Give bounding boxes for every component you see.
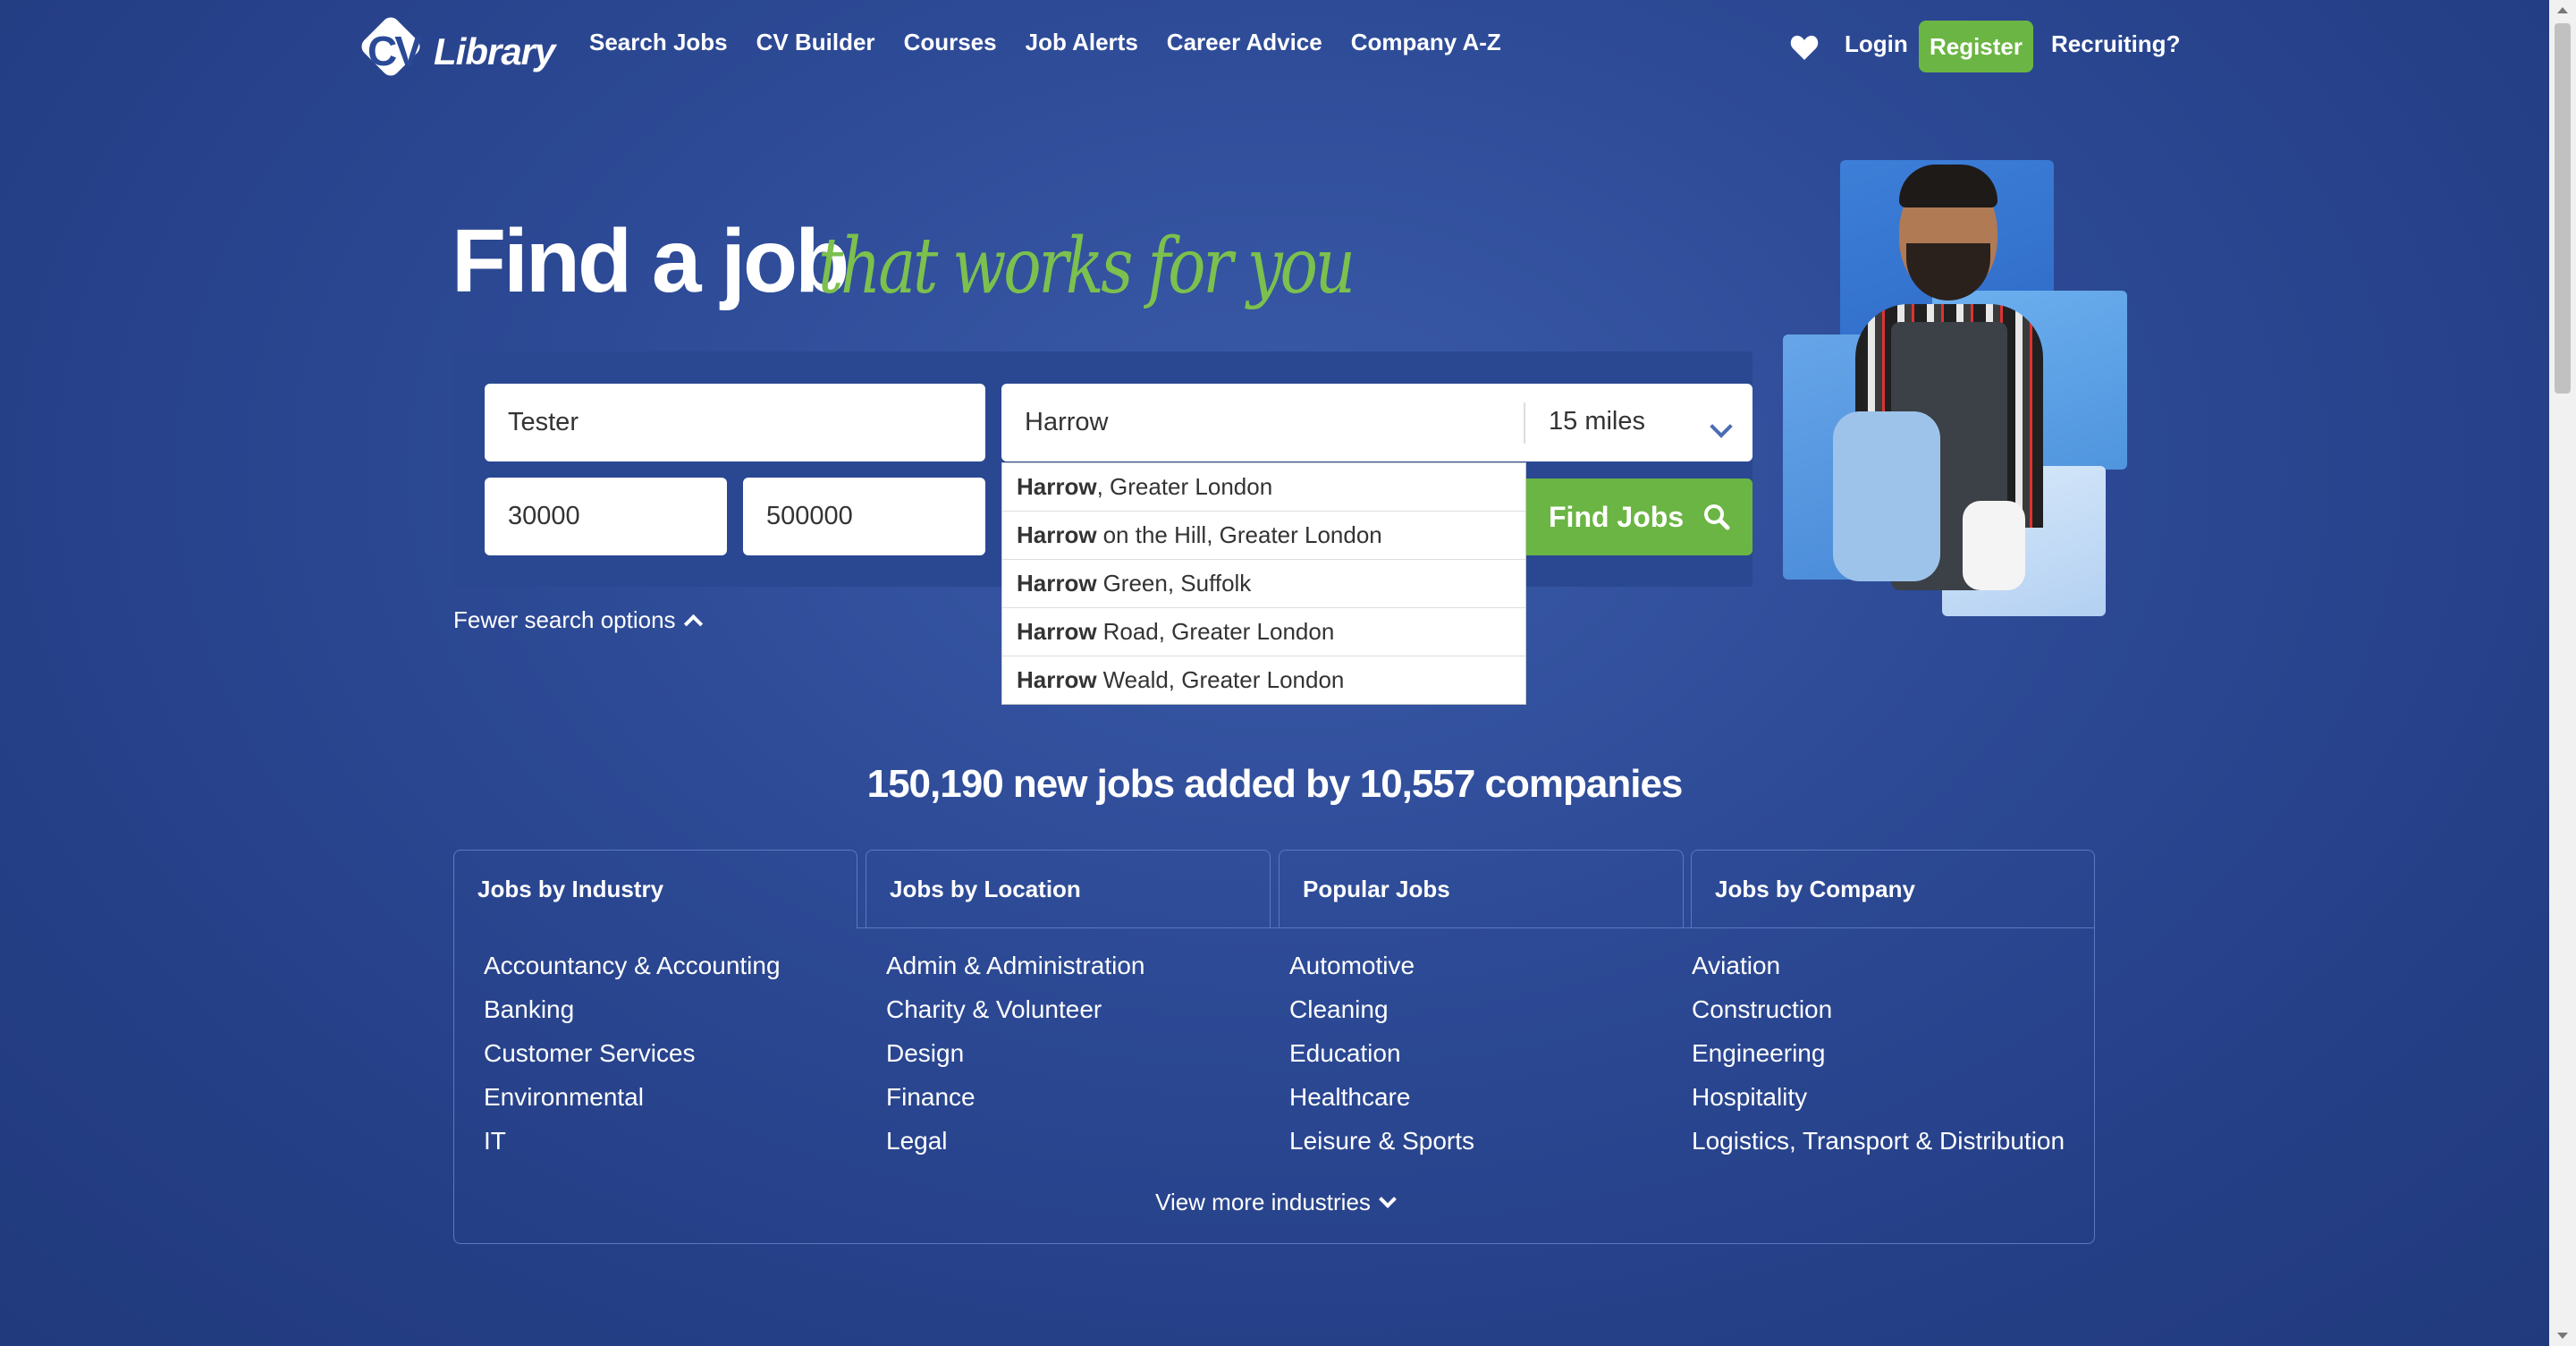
tab-jobs-by-location[interactable]: Jobs by Location [866,850,1271,928]
industry-column: Accountancy & Accounting Banking Custome… [484,952,781,1154]
industry-link[interactable]: Cleaning [1289,996,1474,1022]
chevron-down-icon [1379,1190,1397,1208]
suggestion-rest: Green, Suffolk [1102,570,1252,597]
industry-link[interactable]: Automotive [1289,952,1474,978]
industry-link[interactable]: Education [1289,1040,1474,1066]
field-divider [1524,402,1525,444]
suggestion-bold: Harrow [1017,570,1097,597]
location-value: Harrow [1025,408,1109,436]
find-jobs-button[interactable]: Find Jobs [1520,478,1753,555]
tab-label: Jobs by Industry [477,876,664,902]
suggestion-item[interactable]: Harrow on the Hill, Greater London [1002,512,1525,560]
heart-icon[interactable] [1790,34,1819,61]
suggestion-rest: on the Hill, Greater London [1102,521,1382,548]
industry-link[interactable]: Aviation [1692,952,2065,978]
nav-cv-builder[interactable]: CV Builder [756,29,875,56]
nav-company-a-z[interactable]: Company A-Z [1351,29,1501,56]
industry-column: Aviation Construction Engineering Hospit… [1692,952,2065,1154]
industry-link[interactable]: Engineering [1692,1040,2065,1066]
industry-link[interactable]: Customer Services [484,1040,781,1066]
suggestion-item[interactable]: Harrow Weald, Greater London [1002,656,1525,704]
tab-jobs-by-company[interactable]: Jobs by Company [1691,850,2095,928]
cv-library-logo[interactable]: CV Library [358,13,555,82]
scroll-up-arrow-icon[interactable] [2557,7,2568,13]
location-suggestions: Harrow, Greater London Harrow on the Hill… [1001,462,1526,705]
register-label: Register [1929,32,2023,60]
industry-link[interactable]: Healthcare [1289,1084,1474,1110]
salary-min-input[interactable]: 30000 [485,478,727,555]
industry-link[interactable]: IT [484,1128,781,1154]
vertical-scrollbar[interactable] [2549,0,2576,1346]
suggestion-bold: Harrow [1017,666,1097,693]
view-more-label: View more industries [1155,1189,1371,1215]
chevron-up-icon [683,614,703,634]
industry-link[interactable]: Leisure & Sports [1289,1128,1474,1154]
logo-text: Library [434,30,555,72]
industry-link[interactable]: Design [886,1040,1144,1066]
suggestion-item[interactable]: Harrow Green, Suffolk [1002,560,1525,608]
nav-courses[interactable]: Courses [904,29,997,56]
recruiting-link[interactable]: Recruiting? [2051,30,2180,58]
suggestion-item[interactable]: Harrow Road, Greater London [1002,608,1525,656]
page: CV Library Search Jobs CV Builder Course… [0,0,2549,1346]
logo-mark-text: CV [367,28,422,74]
suggestion-bold: Harrow [1017,618,1097,645]
nav-search-jobs[interactable]: Search Jobs [589,29,728,56]
scroll-down-arrow-icon[interactable] [2557,1333,2568,1339]
industry-link[interactable]: Logistics, Transport & Distribution [1692,1128,2065,1154]
suggestion-item[interactable]: Harrow, Greater London [1002,463,1525,512]
salary-min-value: 30000 [508,502,580,530]
suggestion-rest: Road, Greater London [1102,618,1335,645]
industry-link[interactable]: Accountancy & Accounting [484,952,781,978]
hero-title: Find a job [452,211,849,311]
nav-job-alerts[interactable]: Job Alerts [1026,29,1138,56]
hero-tagline: that works for you [818,222,1356,311]
industry-link[interactable]: Legal [886,1128,1144,1154]
salary-max-input[interactable]: 500000 [743,478,985,555]
industry-link[interactable]: Charity & Volunteer [886,996,1144,1022]
login-link[interactable]: Login [1845,30,1908,58]
tab-label: Jobs by Location [890,875,1081,902]
salary-max-value: 500000 [766,502,853,530]
suggestion-rest: , Greater London [1096,473,1273,500]
nav-career-advice[interactable]: Career Advice [1167,29,1322,56]
scrollbar-thumb[interactable] [2555,23,2571,394]
tab-label: Jobs by Company [1715,875,1915,902]
industry-column: Automotive Cleaning Education Healthcare… [1289,952,1474,1154]
person-hand [1963,501,2025,590]
search-icon [1704,504,1730,530]
industry-link[interactable]: Banking [484,996,781,1022]
register-button[interactable]: Register [1919,21,2033,72]
main-nav: Search Jobs CV Builder Courses Job Alert… [589,29,1501,56]
keywords-input[interactable]: Tester [485,384,985,461]
industry-link[interactable]: Environmental [484,1084,781,1110]
keywords-value: Tester [508,408,579,436]
person-arm [1833,411,1940,581]
person-hair [1899,165,1997,207]
fewer-search-options[interactable]: Fewer search options [453,606,703,634]
suggestion-rest: Weald, Greater London [1102,666,1345,693]
view-more-industries[interactable]: View more industries [0,1189,2549,1216]
industry-column: Admin & Administration Charity & Volunte… [886,952,1144,1154]
distance-select[interactable]: 15 miles [1549,407,1645,436]
tab-popular-jobs[interactable]: Popular Jobs [1279,850,1684,928]
suggestion-bold: Harrow [1017,473,1097,500]
industry-link[interactable]: Admin & Administration [886,952,1144,978]
suggestion-bold: Harrow [1017,521,1097,548]
industry-link[interactable]: Hospitality [1692,1084,2065,1110]
jobs-stats-heading: 150,190 new jobs added by 10,557 compani… [866,762,1684,806]
tab-jobs-by-industry[interactable]: Jobs by Industry [453,850,857,928]
find-jobs-label: Find Jobs [1549,500,1685,533]
industry-link[interactable]: Finance [886,1084,1144,1110]
fewer-options-label: Fewer search options [453,606,676,633]
tab-label: Popular Jobs [1303,875,1450,902]
industry-link[interactable]: Construction [1692,996,2065,1022]
